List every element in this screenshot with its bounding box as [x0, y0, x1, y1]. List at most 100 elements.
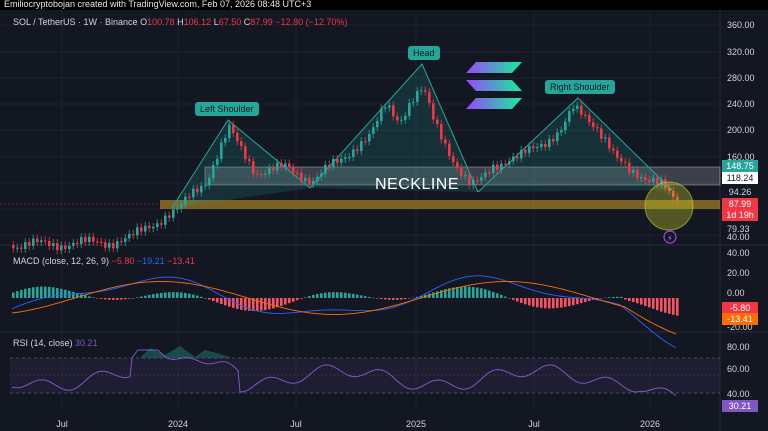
rsi-legend[interactable]: RSI (14, close) 30.21 — [13, 338, 98, 348]
candle-body — [92, 236, 95, 242]
candle-body — [28, 242, 31, 246]
left-shoulder-label[interactable]: Left Shoulder — [195, 102, 259, 116]
time-label: 2025 — [405, 419, 427, 429]
candle-body — [136, 227, 139, 236]
neckline-label[interactable]: NECKLINE — [375, 176, 459, 194]
candle-body — [384, 107, 387, 109]
time-label: Jul — [528, 419, 540, 429]
breakdown-highlight-circle[interactable] — [644, 181, 694, 231]
candle-body — [268, 167, 271, 174]
candle-body — [232, 124, 235, 134]
candle-body — [52, 243, 55, 247]
macd-histogram-bar — [572, 298, 575, 306]
support-band[interactable] — [160, 200, 720, 209]
candle-body — [456, 162, 459, 168]
price-chart[interactable]: ⚡ — [0, 10, 768, 431]
price-tick: 320.00 — [727, 47, 755, 57]
macd-histogram-bar — [336, 292, 339, 298]
candle-body — [44, 240, 47, 242]
macd-histogram-bar — [128, 298, 131, 299]
candle-body — [508, 161, 511, 165]
macd-histogram-bar — [72, 291, 75, 298]
candle-body — [328, 164, 331, 167]
macd-histogram-bar — [312, 295, 315, 298]
macd-histogram-bar — [24, 288, 27, 298]
macd-histogram-bar — [244, 298, 247, 311]
candle-body — [636, 169, 639, 179]
head-label[interactable]: Head — [408, 46, 440, 60]
candle-body — [312, 180, 315, 185]
macd-line — [11, 275, 677, 349]
macd-histogram-bar — [160, 292, 163, 298]
solana-logo-icon — [466, 62, 522, 109]
candle-body — [540, 144, 543, 148]
macd-legend[interactable]: MACD (close, 12, 26, 9) −5.80 −19.21 −13… — [13, 256, 195, 266]
macd-histogram-bar — [368, 297, 371, 298]
candle-body — [624, 161, 627, 163]
candle-body — [656, 177, 659, 184]
macd-histogram-bar — [112, 298, 115, 300]
candle-body — [164, 215, 167, 225]
candle-body — [536, 147, 539, 149]
macd-histogram-bar — [476, 287, 479, 298]
macd-pane[interactable] — [11, 275, 679, 349]
candle-body — [288, 163, 291, 168]
candle-body — [64, 245, 67, 249]
candle-body — [180, 204, 183, 209]
right-shoulder-pattern[interactable] — [477, 97, 673, 193]
candle-body — [124, 238, 127, 242]
symbol-legend[interactable]: SOL / TetherUS · 1W · Binance O100.78 H1… — [13, 17, 347, 27]
candle-body — [388, 105, 391, 108]
candle-body — [644, 176, 647, 181]
macd-histogram-bar — [376, 298, 379, 299]
candle-body — [176, 208, 179, 210]
macd-histogram-bar — [164, 292, 167, 298]
time-label: 2026 — [639, 419, 661, 429]
macd-histogram-bar — [148, 294, 151, 298]
candle-body — [560, 130, 563, 133]
macd-histogram-bar — [620, 296, 623, 298]
macd-histogram-bar — [292, 298, 295, 302]
macd-histogram-bar — [660, 298, 663, 312]
macd-histogram-bar — [356, 294, 359, 298]
candle-body — [584, 114, 587, 116]
candle-body — [356, 149, 359, 151]
candle-body — [184, 196, 187, 205]
macd-histogram-bar — [176, 292, 179, 298]
macd-histogram-bar — [528, 298, 531, 306]
macd-histogram-bar — [272, 298, 275, 309]
macd-value-2: −19.21 — [136, 256, 165, 266]
macd-histogram-bar — [188, 293, 191, 298]
macd-histogram-bar — [676, 298, 679, 316]
candle-body — [476, 180, 479, 182]
macd-histogram-bar — [644, 298, 647, 307]
ohlc-low: 67.50 — [218, 17, 242, 27]
macd-histogram-bar — [556, 298, 559, 309]
macd-histogram-bar — [520, 298, 523, 303]
candle-body — [608, 137, 611, 149]
symbol-name[interactable]: SOL / TetherUS · 1W · Binance — [13, 17, 138, 27]
candle-body — [16, 247, 19, 249]
candle-body — [60, 245, 63, 251]
rsi-pane[interactable] — [10, 346, 720, 397]
candle-body — [604, 137, 607, 139]
candle-body — [204, 185, 207, 187]
right-shoulder-label[interactable]: Right Shoulder — [545, 80, 615, 94]
macd-label[interactable]: MACD (close, 12, 26, 9) — [13, 256, 109, 266]
macd-histogram-bar — [636, 298, 639, 304]
candle-body — [144, 225, 147, 232]
head-pattern[interactable] — [309, 63, 479, 193]
candle-body — [116, 241, 119, 249]
macd-histogram-bar — [304, 297, 307, 298]
macd-histogram-bar — [372, 297, 375, 299]
macd-histogram-bar — [104, 298, 107, 300]
candle-body — [196, 188, 199, 193]
macd-histogram-bar — [240, 298, 243, 310]
rsi-label[interactable]: RSI (14, close) — [13, 338, 73, 348]
candle-body — [460, 167, 463, 177]
candle-body — [416, 91, 419, 103]
chart-area[interactable]: ⚡ SOL / TetherUS · 1W · Binance O100.78 … — [0, 10, 768, 431]
macd-histogram-bar — [612, 296, 615, 298]
macd-histogram-bar — [180, 292, 183, 298]
macd-histogram-bar — [576, 298, 579, 305]
